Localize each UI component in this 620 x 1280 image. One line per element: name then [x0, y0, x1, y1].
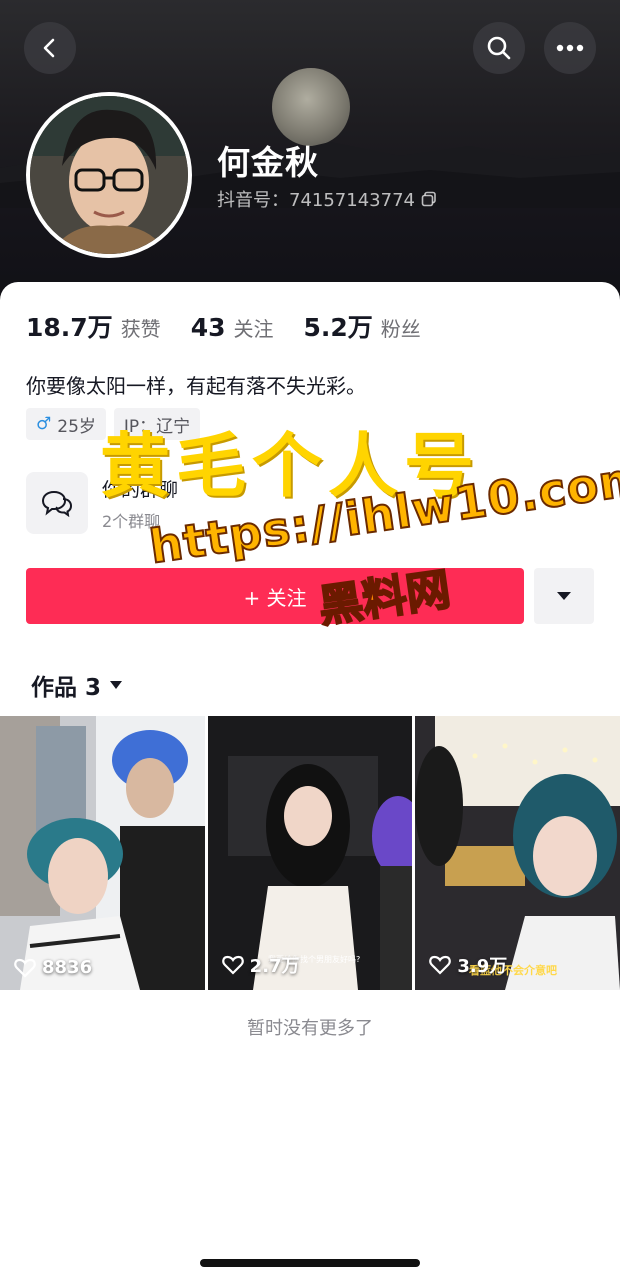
stats-row: 18.7万 获赞 43 关注 5.2万 粉丝 — [26, 308, 443, 344]
like-count-text: 2.7万 — [249, 956, 300, 977]
caret-down-icon — [557, 592, 571, 600]
like-count-text: 8836 — [42, 957, 93, 978]
avatar[interactable] — [26, 92, 192, 258]
male-icon: ♂ — [36, 414, 52, 434]
following-count[interactable]: 43 — [191, 313, 226, 342]
no-more-text: 暂时没有更多了 — [247, 1018, 373, 1039]
profile-header: 何金秋 抖音号：74157143774 — [0, 0, 620, 320]
tab-works[interactable]: 作品 3 — [31, 668, 123, 702]
video-tile[interactable]: 我要给你找个男朋友好吗? 2.7万 — [207, 716, 413, 990]
followers-count[interactable]: 5.2万 — [303, 308, 372, 344]
likes-label: 获赞 — [120, 317, 161, 341]
copy-icon[interactable] — [421, 191, 437, 207]
heart-icon — [14, 958, 36, 978]
douyin-id: 抖音号：74157143774 — [217, 186, 437, 212]
search-button[interactable] — [473, 22, 525, 74]
heart-icon — [221, 955, 244, 975]
like-count: 8836 — [14, 957, 92, 978]
like-count: 2.7万 — [221, 952, 300, 978]
video-thumbnail: 看蓝他不会介意吧 — [415, 716, 620, 990]
video-thumbnail: 我要给你找个男朋友好吗? — [207, 716, 413, 990]
caret-down-icon — [110, 681, 123, 689]
douyin-id-text: 抖音号：74157143774 — [217, 190, 415, 211]
avatar-image — [30, 96, 188, 254]
video-tile[interactable]: 8836 — [0, 716, 205, 990]
group-chat-icon-box — [26, 472, 88, 534]
followers-label[interactable]: 粉丝 — [381, 313, 421, 342]
video-grid: 8836 我要给你找个男朋友好吗? 2.7万 看蓝他不会介意吧 3.9万 — [0, 716, 620, 990]
recommend-dropdown-button[interactable] — [534, 568, 594, 624]
follow-label: + 关注 — [243, 585, 307, 610]
video-tile[interactable]: 看蓝他不会介意吧 3.9万 — [415, 716, 620, 990]
search-icon — [487, 36, 511, 60]
chevron-left-icon — [43, 38, 55, 58]
bio: 你要像太阳一样，有起有落不失光彩。 — [26, 374, 366, 398]
works-tab-label: 作品 3 — [31, 675, 102, 701]
home-indicator[interactable] — [200, 1259, 420, 1267]
like-count-text: 3.9万 — [457, 956, 508, 977]
back-button[interactable] — [24, 22, 76, 74]
like-count: 3.9万 — [429, 952, 507, 978]
nickname: 何金秋 — [217, 143, 319, 182]
chat-bubbles-icon — [41, 490, 73, 517]
more-button[interactable] — [544, 22, 596, 74]
following-label[interactable]: 关注 — [233, 313, 273, 342]
video-thumbnail — [0, 716, 205, 990]
age-tag: ♂ 25岁 — [26, 408, 106, 440]
more-dots-icon — [556, 44, 584, 52]
age-text: 25岁 — [57, 416, 96, 437]
likes-count: 18.7万 — [26, 313, 113, 342]
heart-icon — [429, 955, 452, 975]
